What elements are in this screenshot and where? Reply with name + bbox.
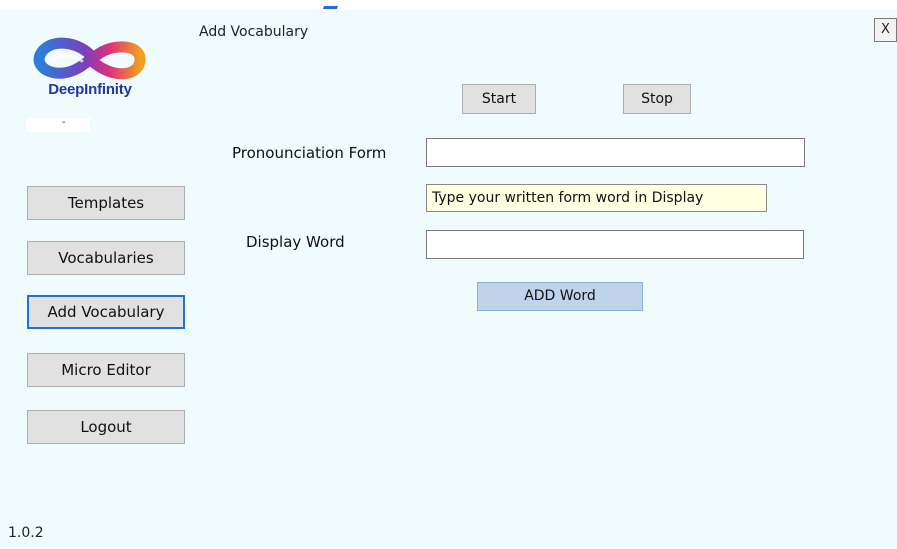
templates-button[interactable]: Templates xyxy=(27,186,185,220)
add-word-button[interactable]: ADD Word xyxy=(477,282,643,311)
logo-subtitle-bg xyxy=(26,118,90,132)
hint-tooltip: Type your written form word in Display xyxy=(426,184,767,212)
micro-editor-button[interactable]: Micro Editor xyxy=(27,353,185,387)
logo-text: DeepInfinity xyxy=(48,81,132,98)
stop-button[interactable]: Stop xyxy=(623,84,691,114)
pronunciation-input[interactable] xyxy=(426,138,805,167)
close-button[interactable]: X xyxy=(874,18,897,42)
vocabularies-button[interactable]: Vocabularies xyxy=(27,241,185,275)
display-word-input[interactable] xyxy=(426,230,804,259)
add-vocabulary-button[interactable]: Add Vocabulary xyxy=(27,295,185,329)
page-title: Add Vocabulary xyxy=(199,24,309,40)
version-label: 1.0.2 xyxy=(8,525,44,541)
top-strip xyxy=(0,0,897,10)
display-word-label: Display Word xyxy=(246,233,345,251)
start-button[interactable]: Start xyxy=(462,84,536,114)
pronunciation-label: Pronounciation Form xyxy=(232,144,387,162)
logo-subtitle: - xyxy=(62,117,66,128)
top-glyph xyxy=(322,0,344,9)
logout-button[interactable]: Logout xyxy=(27,410,185,444)
